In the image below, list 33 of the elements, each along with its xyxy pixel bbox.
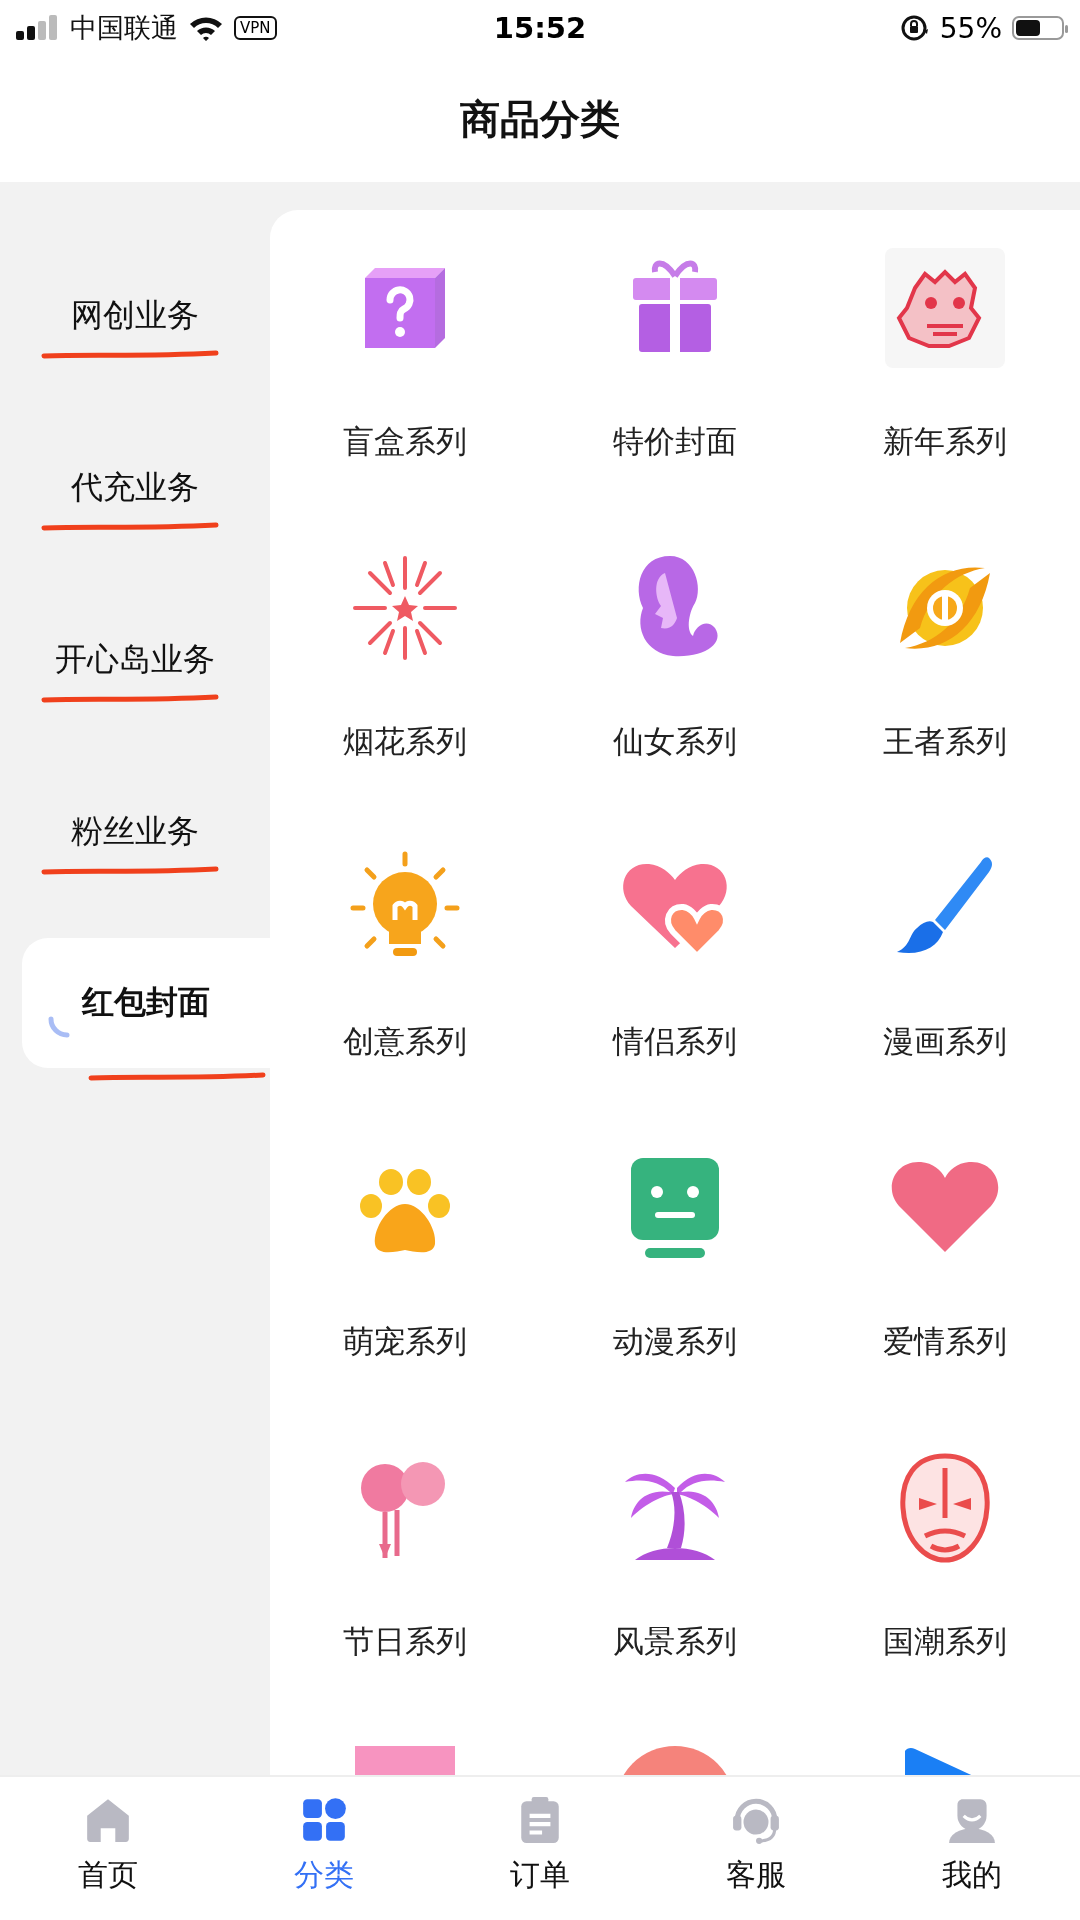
category-label[interactable]: 新年系列 [883,421,1007,461]
category-label[interactable]: 盲盒系列 [343,421,467,461]
tab-bar-item[interactable]: 客服 [648,1777,864,1920]
category-label[interactable]: 国潮系列 [883,1621,1007,1661]
category-label[interactable]: 烟花系列 [343,721,467,761]
lion-head-icon [885,248,1005,368]
category-label[interactable]: 节日系列 [343,1621,467,1661]
category-label[interactable]: 动漫系列 [613,1321,737,1361]
tab-bar-item[interactable]: 我的 [864,1777,1080,1920]
category-label[interactable]: 情侣系列 [613,1021,737,1061]
carrier-name: 中国联通 [70,11,178,45]
page-title: 商品分类 [460,94,620,144]
category-label[interactable]: 王者系列 [883,721,1007,761]
sidebar-item[interactable]: 网创业务 [0,230,270,402]
tab-bar-item[interactable]: 订单 [432,1777,648,1920]
battery-percent: 55% [939,11,1002,45]
category-label[interactable]: 仙女系列 [613,721,737,761]
category-label[interactable]: 萌宠系列 [343,1321,467,1361]
sidebar-item[interactable]: 代充业务 [0,402,270,574]
category-label[interactable]: 创意系列 [343,1021,467,1061]
clock-time: 15:52 [493,11,587,45]
sidebar-item[interactable]: 粉丝业务 [0,746,270,918]
category-label[interactable]: 特价封面 [613,421,737,461]
category-label[interactable]: 漫画系列 [883,1021,1007,1061]
tab-bar-item[interactable]: 首页 [0,1777,216,1920]
loading-spinner-icon [48,1016,70,1038]
vpn-badge: VPN [234,16,277,40]
tab-bar-item[interactable]: 分类 [216,1777,432,1920]
category-label[interactable]: 爱情系列 [883,1321,1007,1361]
signal-icon [16,15,60,41]
category-label[interactable]: 风景系列 [613,1621,737,1661]
rotation-lock-icon [899,13,930,43]
sidebar-item[interactable]: 开心岛业务 [0,574,270,746]
